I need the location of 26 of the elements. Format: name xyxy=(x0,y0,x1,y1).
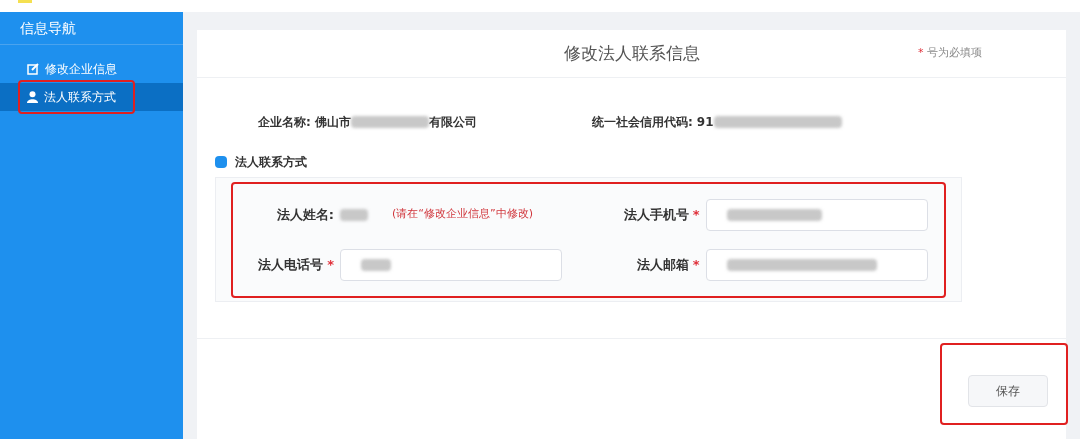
sidebar-item[interactable]: 法人联系方式 xyxy=(0,83,183,111)
logo-mark xyxy=(18,0,32,3)
required-note: * 号为必填项 xyxy=(918,45,982,62)
field-label: 法人手机号 * xyxy=(622,205,701,224)
company-name-label: 企业名称: xyxy=(258,114,311,131)
input-field[interactable] xyxy=(705,198,928,231)
company-name-prefix: 佛山市 xyxy=(314,114,351,131)
page-title: 修改法人联系信息 xyxy=(563,41,700,65)
redacted-blur xyxy=(361,258,391,271)
edit-icon xyxy=(27,63,39,75)
field-label: 法人姓名: xyxy=(275,205,335,224)
field-label: 法人邮箱 * xyxy=(635,255,701,274)
redacted-blur xyxy=(340,208,368,221)
credit-code-label: 统一社会信用代码: xyxy=(592,114,693,131)
credit-code-prefix: 91 xyxy=(696,114,714,131)
user-icon xyxy=(27,91,38,103)
company-name-suffix: 有限公司 xyxy=(428,114,477,131)
section-title: 法人联系方式 xyxy=(235,154,307,171)
sidebar-item[interactable]: 修改企业信息 xyxy=(0,55,183,83)
input-field[interactable] xyxy=(340,248,562,281)
field-label: 法人电话号 * xyxy=(257,255,335,274)
sidebar-title: 信息导航 xyxy=(0,12,183,45)
save-button[interactable]: 保存 xyxy=(968,375,1048,407)
field-hint: (请在“修改企业信息”中修改) xyxy=(392,206,533,223)
input-field[interactable] xyxy=(705,248,928,281)
section-marker-icon xyxy=(215,156,227,168)
